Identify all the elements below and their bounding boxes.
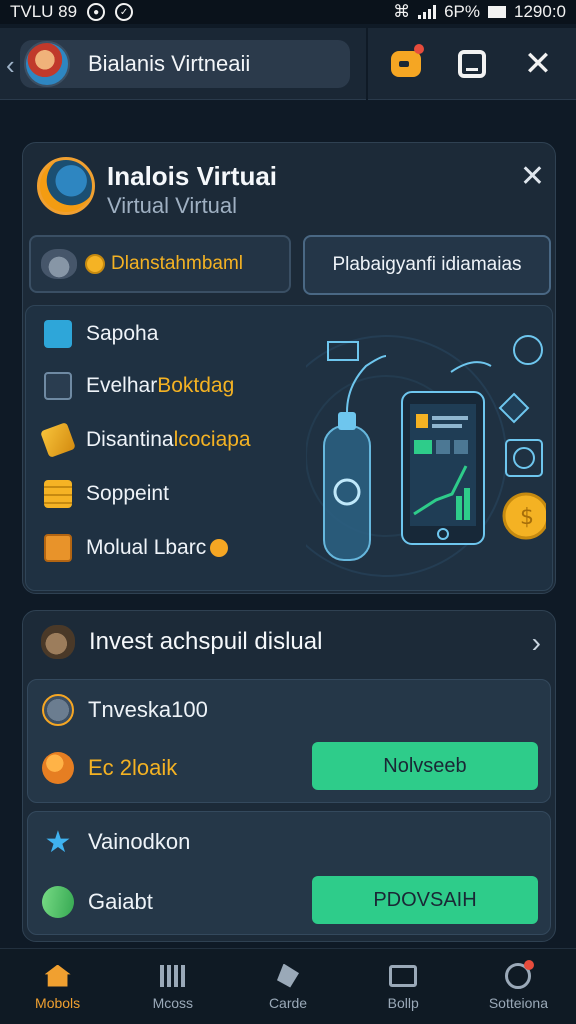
nav-item-grid[interactable]: Mcoss (115, 949, 230, 1024)
invest-button[interactable]: Nolvseeb (312, 742, 538, 790)
nav-item-home[interactable]: Mobols (0, 949, 115, 1024)
download-icon (44, 372, 72, 400)
screen-icon (388, 963, 418, 989)
chat-icon[interactable] (388, 44, 424, 82)
globe-icon (37, 157, 95, 215)
heart-badge-icon (210, 539, 229, 557)
feature-item[interactable]: Soppeint (44, 480, 169, 508)
chevron-right-icon[interactable]: › (532, 627, 541, 659)
option-row: ★ Vainodkon (42, 825, 191, 859)
wifi-icon: ⌘ (393, 2, 411, 21)
feature-highlight: Boktdag (157, 374, 235, 397)
app-header: ‹ Bialanis Virtneaii ✕ (0, 28, 576, 100)
avatar[interactable] (24, 41, 70, 87)
battery-percent: 6P% (444, 2, 480, 21)
orange-orb-icon (42, 752, 74, 784)
invest-option-card: Tnveska100 Ec 2loaik Nolvseeb (27, 679, 551, 803)
header-divider (366, 28, 368, 100)
nav-label: Mcoss (152, 994, 194, 1011)
option-label: Ec 2loaik (88, 755, 178, 780)
wolf-icon (41, 249, 77, 279)
status-time: 1290:0 (514, 2, 566, 21)
feature-item[interactable]: Evelhar Boktdag (44, 372, 234, 400)
card-title: Inalois Virtuai (107, 161, 278, 191)
tab-left[interactable]: Dlanstahmbaml (29, 235, 291, 293)
home-icon (43, 963, 73, 989)
feature-label: Molual Lbarc (86, 536, 207, 559)
coin-icon (85, 254, 105, 274)
option-row: Tnveska100 (42, 694, 208, 726)
ring-icon (503, 959, 535, 989)
feature-highlight: lcociapa (173, 428, 251, 451)
tab-left-label: Dlanstahmbaml (111, 253, 243, 274)
back-chevron-icon[interactable]: ‹ (6, 50, 15, 81)
box-icon (44, 534, 72, 562)
feature-label: Sapoha (86, 322, 159, 345)
invest-option-card: ★ Vainodkon Gaiabt PDOVSAIH (27, 811, 551, 935)
media-icon: ● (87, 3, 106, 21)
invest-card: Invest achspuil dislual › Tnveska100 Ec … (22, 610, 556, 942)
finance-illustration: $ (306, 335, 546, 577)
status-bar: TVLU 89 ● ✓ ⌘ 6P% 1290:0 (0, 0, 576, 24)
invest-header[interactable]: Invest achspuil dislual (41, 625, 322, 659)
feature-label: Evelhar (86, 374, 158, 397)
feature-label: Disantina (86, 428, 174, 451)
svg-text:$: $ (520, 505, 534, 530)
option-row: Gaiabt (35, 879, 153, 925)
bottom-nav: Mobols Mcoss Carde Bollp Sotteiona (0, 948, 576, 1024)
nav-item-pen[interactable]: Carde (230, 949, 345, 1024)
pencil-icon (40, 422, 76, 458)
status-left-text: TVLU 89 (10, 2, 78, 21)
option-row: Ec 2loaik (42, 752, 177, 784)
main-card: Inalois Virtuai Virtual Virtual ✕ Dlanst… (22, 142, 556, 594)
checkmark-icon (42, 694, 74, 726)
nav-label: Mobols (35, 994, 81, 1011)
teal-square-icon (44, 320, 72, 348)
bird-icon (41, 625, 75, 659)
battery-icon (488, 6, 506, 18)
deposit-button[interactable]: PDOVSAIH (312, 876, 538, 924)
pen-icon (273, 963, 303, 989)
feature-item[interactable]: Disantina lcociapa (40, 422, 251, 458)
tab-right[interactable]: Plabaigyanfi idiamaias (303, 235, 551, 295)
star-icon: ★ (44, 825, 72, 859)
option-label: Vainodkon (88, 829, 191, 854)
nav-label: Carde (268, 994, 308, 1011)
feature-item[interactable]: Molual Lbarc (44, 534, 229, 562)
option-label: Gaiabt (88, 889, 153, 914)
card-close-icon[interactable]: ✕ (520, 159, 545, 194)
grid-icon (158, 963, 188, 989)
navigation-icon: ✓ (115, 3, 134, 21)
coin-stack-icon (44, 480, 72, 508)
brush-icon (35, 879, 81, 925)
notification-dot (414, 44, 424, 54)
signal-icon (418, 5, 437, 19)
feature-item[interactable]: Sapoha (44, 320, 158, 348)
nav-label: Sotteiona (488, 994, 548, 1011)
features-panel: Sapoha Evelhar Boktdag Disantina lcociapa… (25, 305, 553, 591)
nav-label: Bollp (387, 994, 419, 1011)
nav-item-screen[interactable]: Bollp (346, 949, 461, 1024)
nav-item-settings[interactable]: Sotteiona (461, 949, 576, 1024)
title-pill[interactable]: Bialanis Virtneaii (20, 40, 350, 88)
option-label: Tnveska100 (88, 697, 208, 722)
feature-label: Soppeint (86, 482, 169, 505)
invest-title: Invest achspuil dislual (89, 628, 323, 655)
window-icon[interactable] (454, 46, 490, 82)
close-icon[interactable]: ✕ (520, 45, 556, 83)
card-subtitle: Virtual Virtual (107, 193, 238, 218)
header-title: Bialanis Virtneaii (88, 51, 251, 76)
